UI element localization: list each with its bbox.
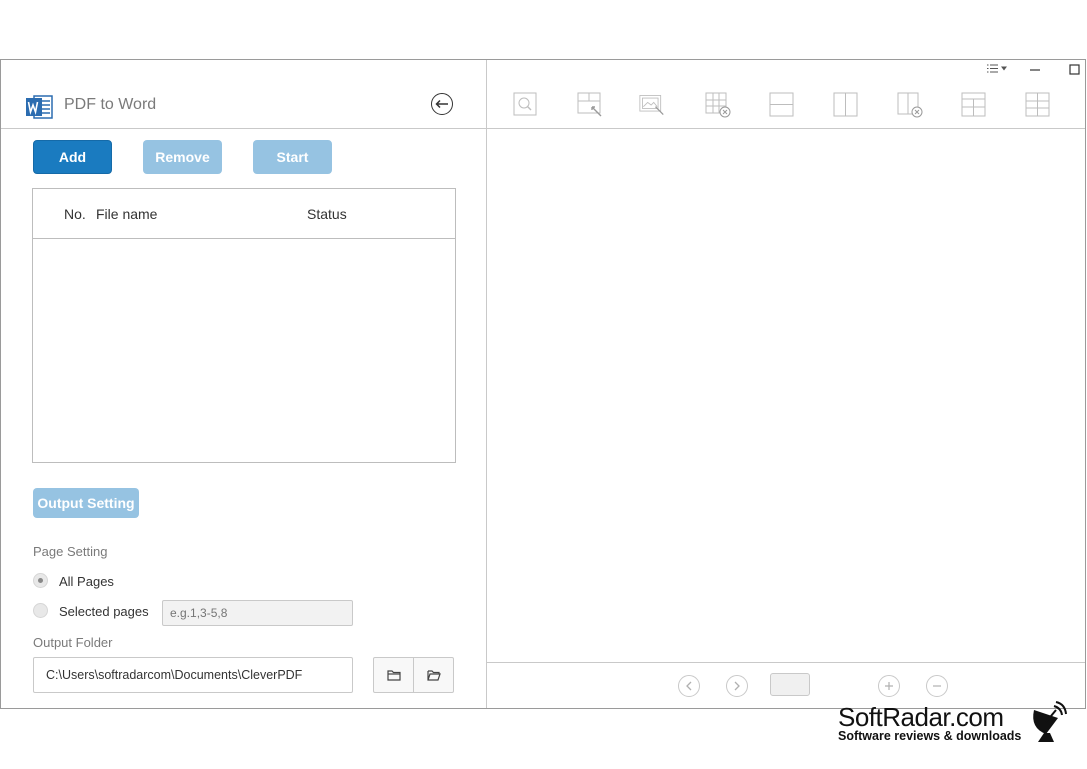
softradar-watermark: SoftRadar.com Software reviews & downloa…: [838, 703, 1021, 743]
arrow-left-icon: [435, 99, 448, 109]
maximize-icon[interactable]: [1069, 64, 1081, 75]
column-header-no[interactable]: No.: [64, 206, 86, 222]
folder-button-group: [373, 657, 454, 693]
minus-icon: [933, 685, 941, 687]
all-pages-label[interactable]: All Pages: [59, 574, 114, 589]
remove-column-icon[interactable]: [897, 92, 923, 118]
preview-toolbar: [487, 60, 1085, 129]
horizontal-split-icon[interactable]: [769, 92, 795, 118]
output-setting-button[interactable]: Output Setting: [33, 488, 139, 518]
all-pages-radio[interactable]: [33, 573, 48, 588]
left-panel: PDF to Word Add Remove Start No. File na…: [1, 60, 487, 708]
chevron-left-icon: [686, 681, 692, 691]
open-folder-button[interactable]: [413, 658, 453, 692]
zoom-icon[interactable]: [513, 92, 539, 118]
insert-row-icon[interactable]: [961, 92, 987, 118]
menu-icon[interactable]: [985, 64, 1009, 74]
output-folder-input[interactable]: [33, 657, 353, 693]
folder-icon: [386, 670, 401, 681]
plus-icon: [885, 682, 893, 690]
column-header-file-name[interactable]: File name: [96, 206, 157, 222]
output-folder-label: Output Folder: [33, 635, 113, 650]
selected-pages-input[interactable]: [162, 600, 353, 626]
selected-pages-radio[interactable]: [33, 603, 48, 618]
minimize-icon[interactable]: [1029, 64, 1041, 74]
previous-page-button[interactable]: [678, 675, 700, 697]
insert-column-icon[interactable]: [1025, 92, 1051, 118]
left-header: PDF to Word: [1, 60, 486, 129]
add-button[interactable]: Add: [33, 140, 112, 174]
file-table-header: No. File name Status: [33, 189, 455, 239]
page-setting-label: Page Setting: [33, 544, 108, 559]
page-number-input[interactable]: [770, 673, 810, 696]
column-header-status[interactable]: Status: [307, 206, 347, 222]
app-title: PDF to Word: [64, 96, 157, 113]
browse-folder-button[interactable]: [374, 658, 413, 692]
remove-button[interactable]: Remove: [143, 140, 222, 174]
watermark-tagline: Software reviews & downloads: [838, 729, 1022, 743]
image-select-icon[interactable]: [639, 92, 665, 118]
select-area-icon[interactable]: [577, 92, 603, 118]
next-page-button[interactable]: [726, 675, 748, 697]
vertical-split-icon[interactable]: [833, 92, 859, 118]
start-button[interactable]: Start: [253, 140, 332, 174]
chevron-right-icon: [734, 681, 740, 691]
selected-pages-label[interactable]: Selected pages: [59, 604, 149, 619]
back-button[interactable]: [431, 93, 453, 115]
app-window: PDF to Word Add Remove Start No. File na…: [0, 59, 1086, 709]
zoom-in-button[interactable]: [878, 675, 900, 697]
file-table[interactable]: No. File name Status: [32, 188, 456, 463]
remove-table-icon[interactable]: [705, 92, 731, 118]
folder-open-icon: [426, 670, 441, 681]
satellite-dish-icon: [1033, 701, 1067, 742]
word-logo-icon: [26, 95, 53, 119]
preview-panel: [487, 60, 1085, 708]
watermark-name: SoftRadar.com: [838, 702, 1004, 732]
zoom-out-button[interactable]: [926, 675, 948, 697]
